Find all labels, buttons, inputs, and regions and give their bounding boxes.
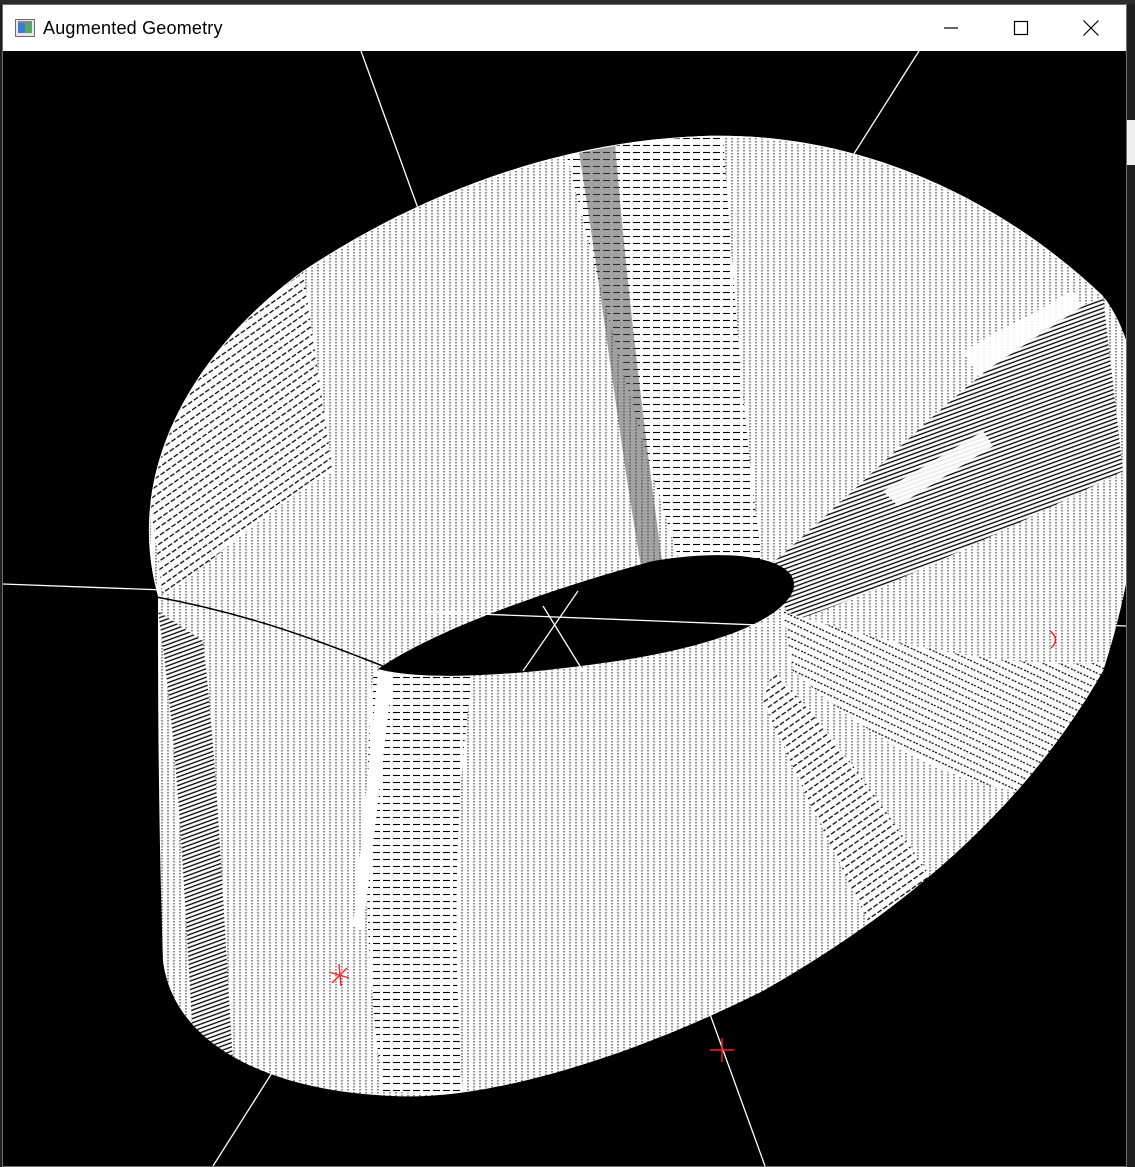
close-button[interactable]: [1056, 5, 1126, 51]
minimize-icon: [944, 27, 958, 29]
render-viewport[interactable]: [3, 51, 1126, 1166]
maximize-icon: [1013, 20, 1029, 36]
window-controls: [916, 5, 1126, 51]
maximize-button[interactable]: [986, 5, 1056, 51]
window-title: Augmented Geometry: [43, 17, 223, 38]
title-bar[interactable]: Augmented Geometry: [3, 5, 1126, 51]
app-window-icon: [15, 19, 35, 37]
minimize-button[interactable]: [916, 5, 986, 51]
background-window-edge: [1127, 120, 1135, 165]
red-cross-marker: [710, 1038, 734, 1062]
app-window: Augmented Geometry: [2, 4, 1127, 1167]
close-icon: [1083, 20, 1099, 36]
mobius-wireframe-canvas[interactable]: [3, 51, 1126, 1166]
